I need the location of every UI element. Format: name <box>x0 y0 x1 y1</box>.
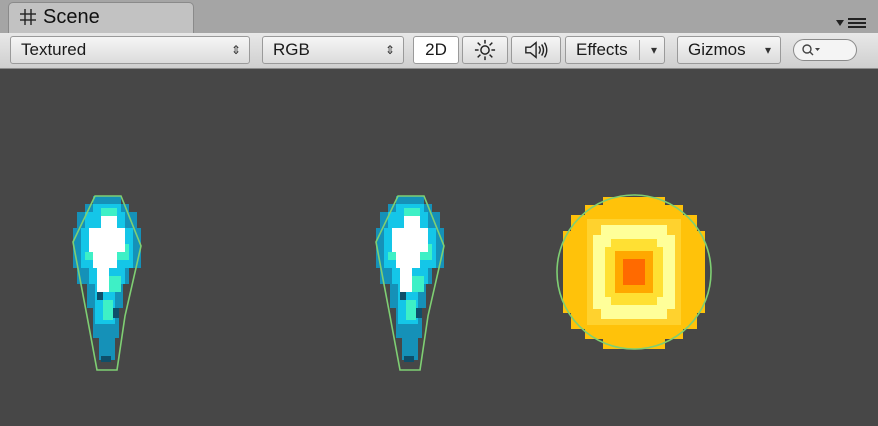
render-mode-label: Textured <box>21 40 87 59</box>
effects-dropdown[interactable]: Effects ▾ <box>565 36 665 64</box>
search-input[interactable] <box>793 39 857 61</box>
2d-toggle-label: 2D <box>425 40 447 59</box>
grid-icon <box>20 9 36 25</box>
dropdown-arrows-icon: ⇕ <box>230 43 241 57</box>
color-mode-label: RGB <box>273 40 310 59</box>
audio-toggle-button[interactable] <box>511 36 561 64</box>
2d-toggle-button[interactable]: 2D <box>413 36 459 64</box>
color-mode-dropdown[interactable]: RGB ⇕ <box>262 36 404 64</box>
sun-icon <box>474 39 496 61</box>
dropdown-separator <box>639 40 640 60</box>
effects-label: Effects <box>576 40 628 59</box>
search-icon <box>802 44 820 56</box>
scene-canvas <box>72 194 712 371</box>
scene-viewport[interactable] <box>0 69 878 426</box>
crystal-sprite-2[interactable] <box>375 195 445 371</box>
dropdown-arrows-icon: ⇕ <box>384 43 395 57</box>
chevron-down-icon: ▾ <box>764 43 771 57</box>
coin-sprite[interactable] <box>556 194 712 350</box>
crystal-sprite-1[interactable] <box>72 195 142 371</box>
speaker-icon <box>525 41 548 59</box>
gizmos-label: Gizmos <box>688 40 746 59</box>
lighting-toggle-button[interactable] <box>462 36 508 64</box>
scene-tab-label: Scene <box>43 6 100 28</box>
panel-menu-icon[interactable] <box>836 16 868 30</box>
scene-tab[interactable]: Scene <box>8 2 194 33</box>
render-mode-dropdown[interactable]: Textured ⇕ <box>10 36 250 64</box>
scene-toolbar: Textured ⇕ RGB ⇕ 2D Effects ▾ Gizmos ▾ <box>0 33 878 69</box>
tab-bar: Scene <box>0 0 878 33</box>
gizmos-dropdown[interactable]: Gizmos ▾ <box>677 36 781 64</box>
chevron-down-icon: ▾ <box>650 43 657 57</box>
